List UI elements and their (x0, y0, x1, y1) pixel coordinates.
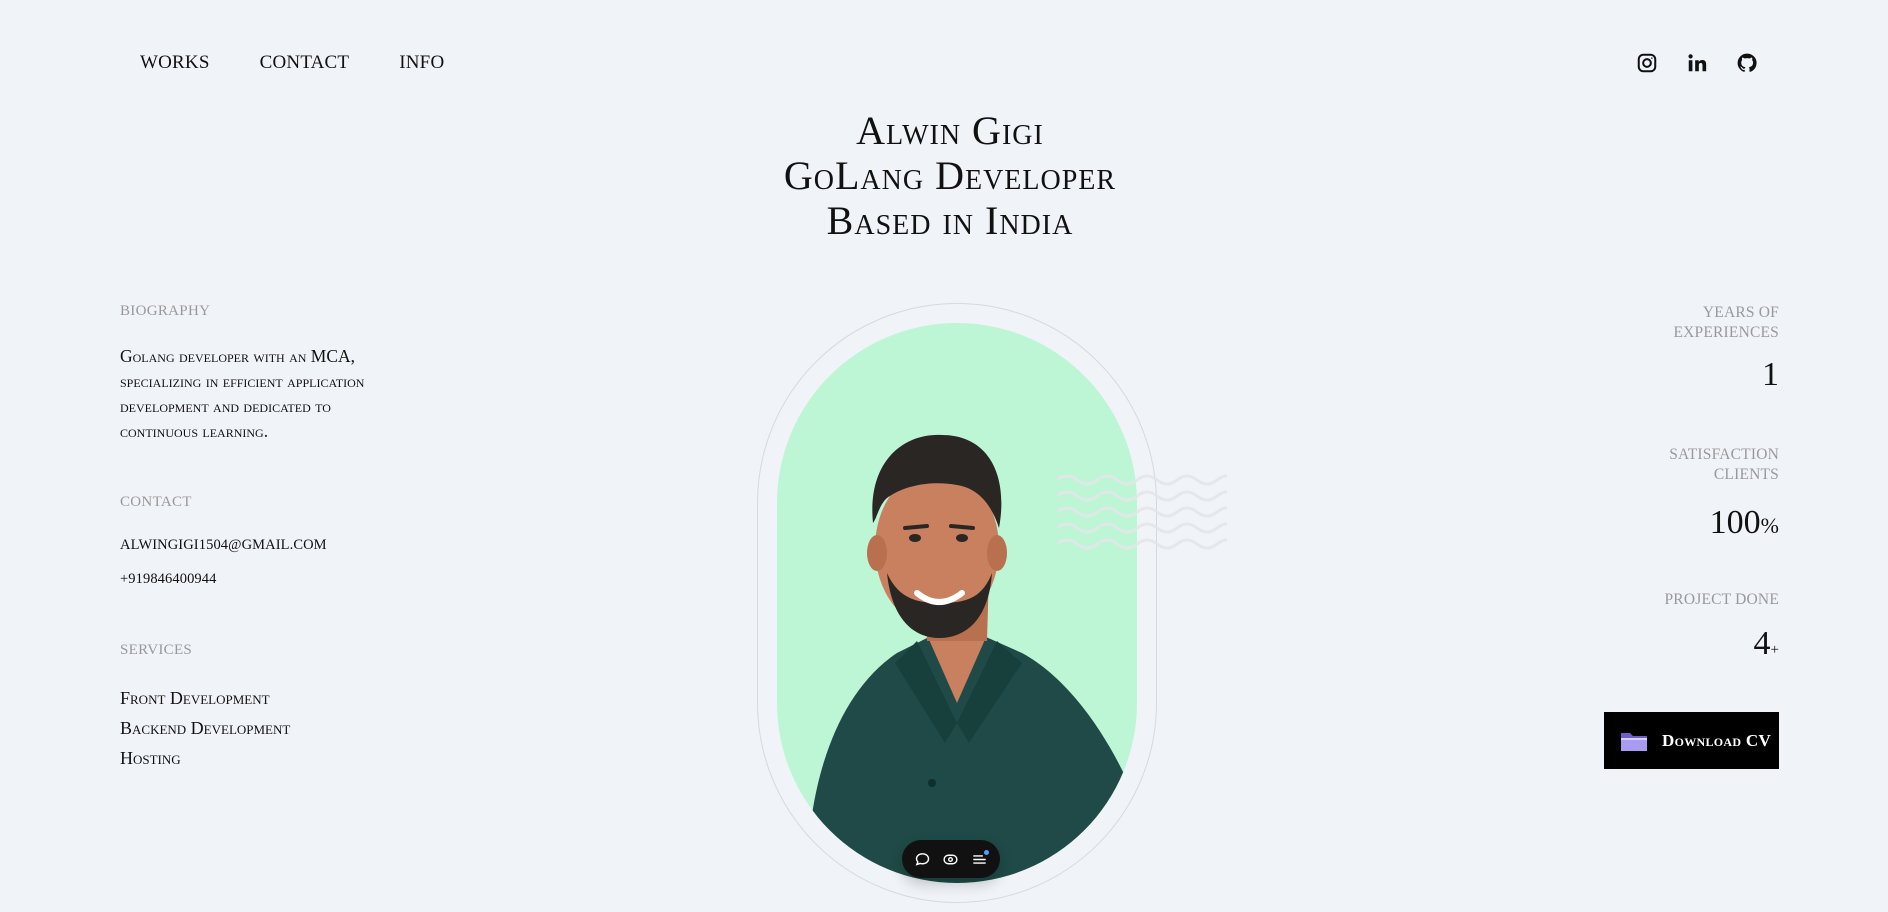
notification-dot (983, 850, 989, 855)
contact-phone[interactable]: +919846400944 (120, 571, 390, 588)
service-item: Front Development (120, 688, 270, 708)
profile-photo (777, 323, 1137, 883)
menu-icon[interactable] (969, 848, 991, 870)
left-info-column: BIOGRAPHY Golang developer with an MCA, … (120, 303, 390, 773)
hero-location: Based in India (826, 198, 1074, 243)
nav-works-link[interactable]: WORKS (140, 52, 210, 74)
social-links (1634, 50, 1760, 76)
projects-value: 4 (1753, 625, 1771, 662)
biography-label: BIOGRAPHY (120, 303, 211, 319)
download-cv-button[interactable]: Download CV (1604, 712, 1779, 769)
hero-role: GoLang Developer (783, 153, 1117, 198)
eye-icon[interactable] (940, 848, 962, 870)
satisfaction-value: 100 (1709, 504, 1761, 541)
contact-label: CONTACT (120, 494, 192, 510)
service-item: Hosting (120, 748, 181, 768)
experience-label: YEARS OF EXPERIENCES (1673, 304, 1779, 341)
download-cv-label: Download CV (1662, 730, 1772, 750)
main-nav: WORKS CONTACT INFO (140, 52, 444, 74)
hero-title: Alwin Gigi GoLang Developer Based in Ind… (0, 108, 1888, 243)
wave-pattern-decoration (1057, 474, 1227, 550)
experience-value: 1 (1762, 356, 1779, 393)
satisfaction-label: SATISFACTION CLIENTS (1669, 446, 1779, 483)
chat-icon[interactable] (911, 848, 933, 870)
floating-toolbar (902, 840, 1000, 878)
satisfaction-suffix: % (1760, 513, 1779, 538)
folder-icon (1621, 732, 1647, 751)
satisfaction-stat: 100% (1539, 503, 1779, 546)
hero-name: Alwin Gigi (856, 108, 1044, 153)
contact-email[interactable]: alwingigi1504@gmail.com (120, 537, 390, 554)
instagram-icon[interactable] (1634, 50, 1660, 76)
services-list: Front Development Backend Development Ho… (120, 683, 390, 773)
linkedin-icon[interactable] (1684, 50, 1710, 76)
nav-info-link[interactable]: INFO (399, 52, 444, 74)
nav-contact-link[interactable]: CONTACT (260, 52, 350, 74)
projects-stat: 4+ (1539, 624, 1779, 670)
projects-suffix: + (1770, 642, 1779, 658)
github-icon[interactable] (1734, 50, 1760, 76)
stats-column: YEARS OF EXPERIENCES 1 SATISFACTION CLIE… (1539, 303, 1779, 670)
services-label: SERVICES (120, 642, 193, 658)
biography-text: Golang developer with an MCA, specializi… (120, 346, 365, 441)
service-item: Backend Development (120, 718, 291, 738)
projects-label: PROJECT DONE (1664, 591, 1779, 608)
